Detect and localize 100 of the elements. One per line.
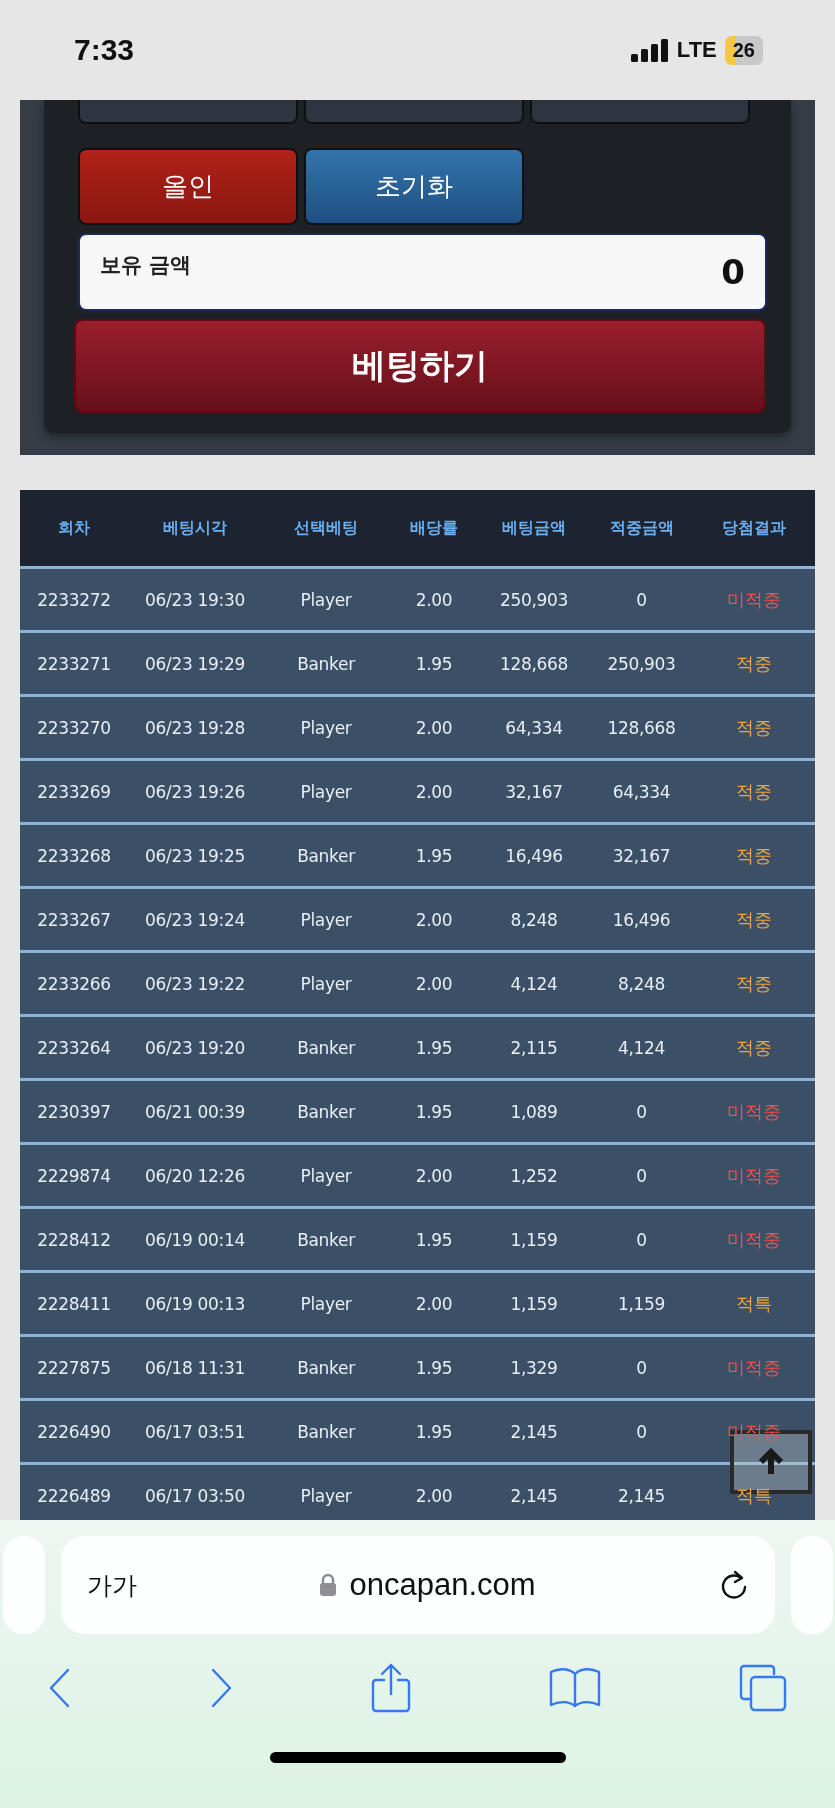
table-cell-text: 2.00 — [414, 589, 454, 610]
table-cell-text: 64,334 — [504, 717, 564, 738]
table-cell-text: Banker — [296, 845, 357, 866]
table-cell-text: Player — [299, 973, 353, 994]
bet-button[interactable]: 베팅하기 — [74, 319, 766, 413]
table-cell-text: Banker — [296, 1037, 357, 1058]
table-cell-text: 4,124 — [616, 1037, 667, 1058]
table-cell-text: 250,903 — [498, 589, 570, 610]
table-cell-text: 1,089 — [509, 1101, 559, 1122]
result-cell-text: 적중 — [735, 843, 773, 868]
table-cell-text: 2.00 — [414, 1293, 454, 1314]
address-bar[interactable]: 가가 oncapan.com — [60, 1536, 775, 1634]
table-cell-text: 06/17 03:50 — [143, 1485, 247, 1506]
table-cell-text: 0 — [635, 1229, 648, 1250]
table-cell-text: 1.95 — [414, 653, 454, 674]
table-cell-text: 2.00 — [414, 1485, 454, 1506]
table-cell-text: 1.95 — [414, 1421, 454, 1442]
table-cell-text: 1.95 — [414, 845, 454, 866]
result-cell-text: 미적중 — [726, 587, 782, 612]
table-cell-text: 0 — [635, 1101, 648, 1122]
table-cell-text: 2230397 — [36, 1101, 112, 1122]
table-cell-text: 2233268 — [36, 845, 112, 866]
result-cell-text: 적특 — [735, 1291, 773, 1316]
table-cell-text: Player — [299, 781, 353, 802]
result-cell-text: 적중 — [735, 651, 773, 676]
table-cell-text: 1,252 — [509, 1165, 559, 1186]
table-cell-text: 06/23 19:20 — [143, 1037, 247, 1058]
table-cell-text: 1.95 — [414, 1357, 454, 1378]
table-cell-text: 0 — [635, 1421, 648, 1442]
column-header: 베팅금액 — [501, 517, 567, 539]
text-size-button[interactable]: 가가 — [86, 1568, 137, 1602]
table-cell-text: Player — [299, 717, 353, 738]
table-cell-text: 1,329 — [509, 1357, 559, 1378]
balance-label: 보유 금액 — [100, 252, 192, 279]
url-text: oncapan.com — [349, 1567, 536, 1603]
table-cell-text: 2228412 — [36, 1229, 112, 1250]
table-cell-text: Banker — [296, 1421, 357, 1442]
bookmarks-button[interactable] — [548, 1666, 601, 1710]
table-cell-text: Banker — [296, 653, 357, 674]
table-cell-text: 2233271 — [36, 653, 112, 674]
table-cell-text: 128,668 — [498, 653, 570, 674]
table-cell-text: 1,159 — [509, 1293, 559, 1314]
table-cell-text: 2.00 — [414, 1165, 454, 1186]
table-cell-text: 128,668 — [606, 717, 677, 738]
table-cell-text: 06/23 19:24 — [143, 909, 247, 930]
result-cell-text: 적특 — [735, 1483, 773, 1508]
table-cell-text: Player — [299, 1485, 353, 1506]
table-cell-text: 06/19 00:13 — [143, 1293, 247, 1314]
all-in-button[interactable]: 올인 — [78, 148, 298, 225]
table-cell-text: 2233269 — [36, 781, 112, 802]
table-cell-text: Player — [299, 589, 353, 610]
result-cell-text: 미적중 — [726, 1355, 782, 1380]
table-cell-text: 06/18 11:31 — [143, 1357, 247, 1378]
table-cell-text: 8,248 — [616, 973, 667, 994]
result-cell-text: 적중 — [735, 907, 773, 932]
table-cell-text: 0 — [635, 589, 648, 610]
signal-icon — [630, 38, 669, 62]
column-header: 당첨결과 — [721, 517, 787, 539]
table-cell-text: 0 — [635, 1357, 648, 1378]
table-cell-text: 2233270 — [36, 717, 112, 738]
table-cell-text: 16,496 — [504, 845, 564, 866]
table-cell-text: 2,115 — [509, 1037, 559, 1058]
table-cell-text: 1,159 — [509, 1229, 559, 1250]
table-cell-text: 2.00 — [414, 909, 454, 930]
table-cell-text: 64,334 — [611, 781, 672, 802]
result-cell-text: 적중 — [735, 971, 773, 996]
table-cell-text: 06/21 00:39 — [143, 1101, 247, 1122]
arrow-up-icon — [756, 1447, 786, 1477]
table-cell-text: 1.95 — [414, 1101, 454, 1122]
table-cell-text: Player — [299, 909, 353, 930]
column-header: 선택베팅 — [293, 517, 359, 539]
table-cell-text: 2228411 — [36, 1293, 112, 1314]
table-cell-text: 32,167 — [611, 845, 672, 866]
result-cell-text: 미적중 — [726, 1419, 782, 1444]
table-cell-text: 2,145 — [509, 1421, 559, 1442]
table-cell-text: 06/23 19:30 — [143, 589, 247, 610]
back-button[interactable] — [47, 1668, 72, 1708]
table-cell-text: 2.00 — [414, 717, 454, 738]
table-cell-text: 2,145 — [616, 1485, 667, 1506]
table-cell-text: 1,159 — [616, 1293, 667, 1314]
table-cell-text: 06/23 19:22 — [143, 973, 247, 994]
table-cell-text: 2233266 — [36, 973, 112, 994]
table-cell-text: 06/23 19:29 — [143, 653, 247, 674]
result-cell-text: 적중 — [735, 779, 773, 804]
table-cell-text: 250,903 — [606, 653, 677, 674]
table-cell-text: 06/23 19:26 — [143, 781, 247, 802]
table-cell-text: 2.00 — [414, 973, 454, 994]
table-cell-text: Banker — [296, 1357, 357, 1378]
table-cell-text: 06/23 19:28 — [143, 717, 247, 738]
table-cell-text: 06/23 19:25 — [143, 845, 247, 866]
share-button[interactable] — [369, 1662, 412, 1714]
tabs-button[interactable] — [737, 1663, 788, 1713]
table-cell-text: 2226489 — [36, 1485, 112, 1506]
result-cell-text: 적중 — [735, 1035, 773, 1060]
balance-value: 0 — [721, 252, 745, 292]
column-header: 베팅시각 — [162, 517, 228, 539]
table-cell-text: 2233272 — [36, 589, 112, 610]
reset-button[interactable]: 초기화 — [304, 148, 524, 225]
table-cell-text: 2.00 — [414, 781, 454, 802]
table-cell-text: Player — [299, 1293, 353, 1314]
